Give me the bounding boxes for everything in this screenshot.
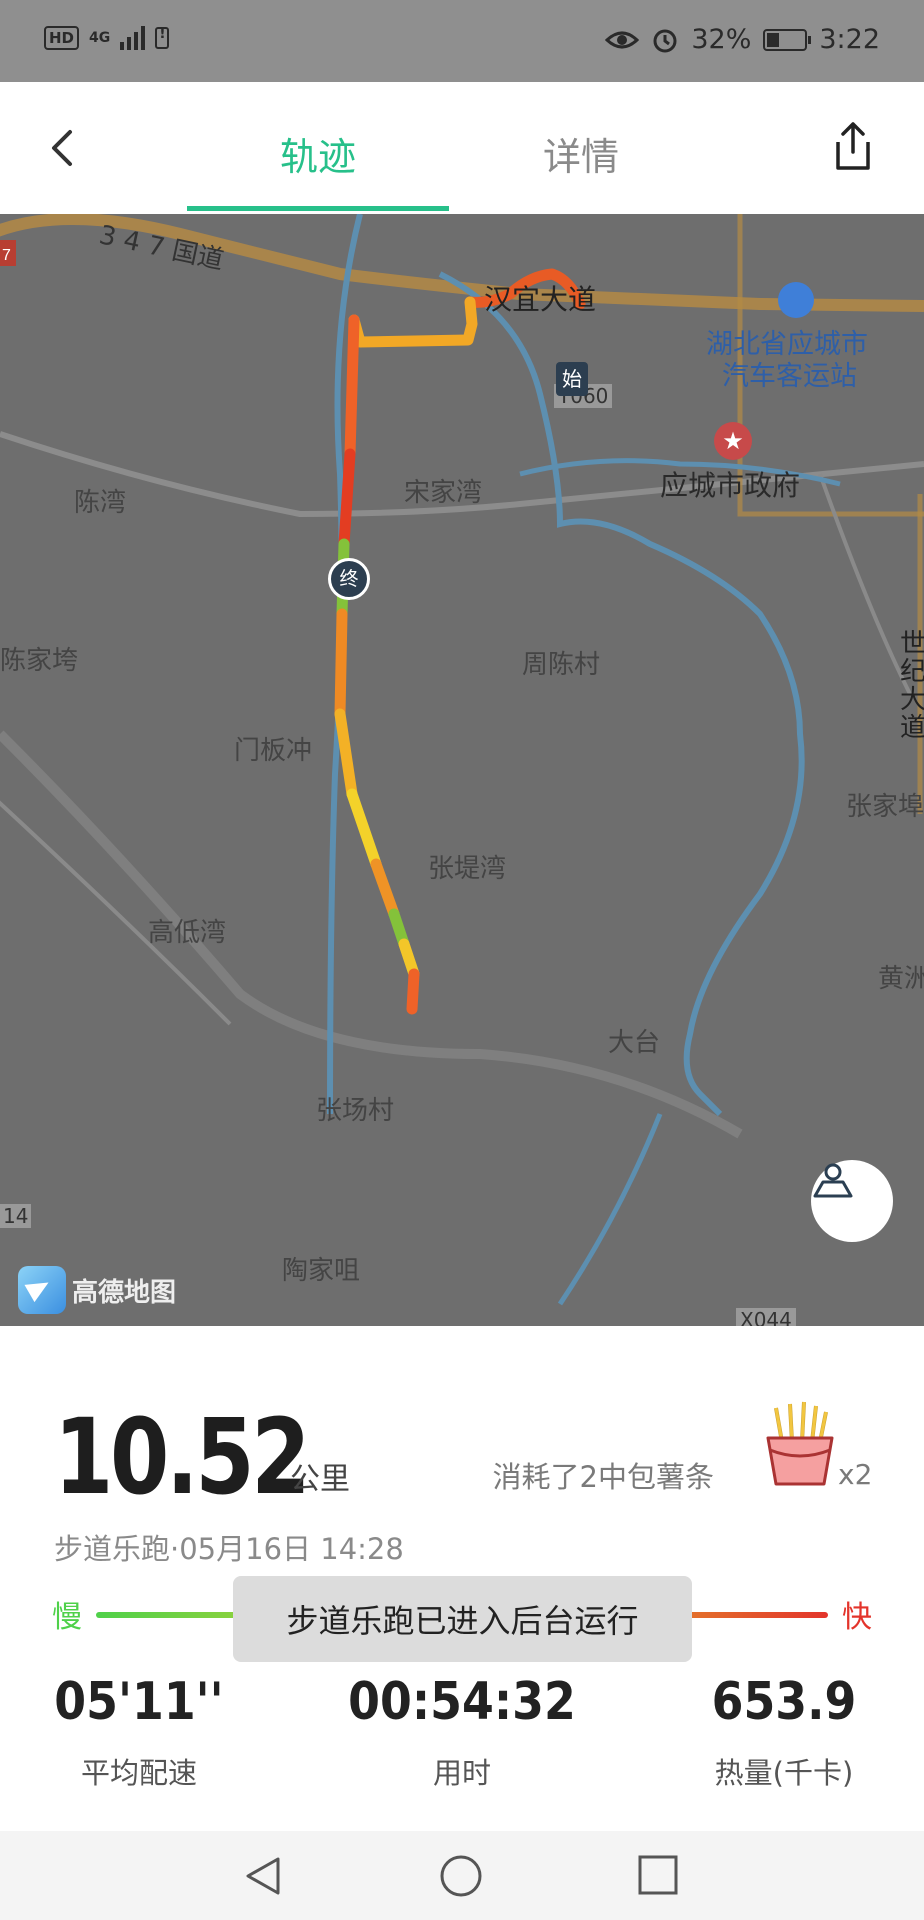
map-label-songjiawan: 宋家湾 bbox=[404, 478, 483, 508]
speed-slow-label: 慢 bbox=[52, 1600, 82, 1635]
duration-label: 用时 bbox=[432, 1756, 491, 1790]
square-recents-icon bbox=[638, 1855, 678, 1895]
map-label-zhouchencun: 周陈村 bbox=[522, 650, 601, 680]
end-marker: 终 bbox=[328, 558, 370, 600]
metric-avg-pace: 05'11'' 平均配速 bbox=[9, 1672, 269, 1792]
metric-calories: 653.9 热量(千卡) bbox=[654, 1672, 914, 1792]
duration-value: 00:54:32 bbox=[348, 1672, 576, 1732]
tab-track[interactable]: 轨迹 bbox=[280, 126, 356, 181]
route-map[interactable]: 7 3 4 7 国道 汉宜大道 湖北省应城市 汽车客运站 ★ 应城市政府 陈湾 … bbox=[0, 214, 924, 1326]
map-label-menbanchong: 门板冲 bbox=[234, 736, 313, 766]
nav-home-button[interactable] bbox=[438, 1853, 484, 1903]
run-summary: 10.52 公里 消耗了2中包薯条 x2 步道乐跑·05月16日 14:28 慢… bbox=[0, 1326, 924, 1831]
metric-duration: 00:54:32 用时 bbox=[332, 1672, 592, 1792]
status-bar: HD 4G 32% 3:22 bbox=[0, 0, 924, 82]
map-label-bus-station-2: 汽车客运站 bbox=[722, 361, 857, 392]
back-arrow-icon[interactable] bbox=[42, 124, 82, 172]
bus-station-icon bbox=[778, 282, 814, 318]
share-icon[interactable] bbox=[830, 120, 876, 172]
hd-icon: HD bbox=[44, 26, 80, 50]
map-label-taojiazui: 陶家咀 bbox=[282, 1256, 361, 1286]
map-label-city-gov: 应城市政府 bbox=[660, 469, 801, 502]
active-tab-indicator bbox=[187, 206, 449, 211]
amap-logo-text: 高德地图 bbox=[72, 1277, 177, 1308]
amap-logo-icon bbox=[18, 1266, 66, 1314]
avg-pace-label: 平均配速 bbox=[80, 1756, 197, 1790]
circle-home-icon bbox=[440, 1855, 482, 1897]
distance-unit: 公里 bbox=[290, 1462, 350, 1497]
tab-details[interactable]: 详情 bbox=[543, 126, 619, 181]
location-person-icon bbox=[813, 1163, 853, 1198]
calories-value: 653.9 bbox=[711, 1672, 857, 1732]
map-label-zhangjia: 张家埠 bbox=[846, 792, 924, 822]
distance-value: 10.52 bbox=[54, 1396, 311, 1518]
map-label-chenjiawa: 陈家垮 bbox=[0, 646, 79, 676]
run-route bbox=[334, 268, 586, 1015]
map-label-edge7: 7 bbox=[2, 247, 11, 264]
system-nav-bar bbox=[0, 1831, 924, 1920]
battery-icon bbox=[763, 28, 812, 51]
network-type: 4G bbox=[89, 30, 111, 46]
gov-star-icon: ★ bbox=[714, 422, 752, 460]
calories-text: 消耗了2中包薯条 bbox=[492, 1460, 714, 1494]
speed-fast-label: 快 bbox=[842, 1600, 872, 1635]
map-label-x044: X044 bbox=[736, 1308, 796, 1326]
fries-icon bbox=[766, 1401, 834, 1486]
top-nav: 轨迹 详情 bbox=[0, 82, 924, 214]
eye-comfort-icon bbox=[605, 31, 640, 48]
signal-icon bbox=[120, 26, 146, 50]
locate-button[interactable] bbox=[811, 1160, 893, 1242]
start-marker: 始 bbox=[556, 362, 588, 396]
status-left: HD 4G bbox=[44, 26, 170, 50]
map-label-shiji-avenue: 世纪大道 bbox=[900, 629, 924, 743]
map-label-chenwan: 陈湾 bbox=[74, 488, 127, 518]
map-label-hanyi-avenue: 汉宜大道 bbox=[484, 283, 597, 316]
sim-alert-icon bbox=[155, 26, 170, 49]
battery-percent: 32% bbox=[691, 24, 752, 55]
clock: 3:22 bbox=[819, 24, 880, 55]
map-label-zhangtiwan: 张堤湾 bbox=[428, 854, 507, 884]
background-toast: 步道乐跑已进入后台运行 bbox=[233, 1576, 692, 1662]
amap-logo: 高德地图 bbox=[18, 1266, 176, 1314]
nav-recents-button[interactable] bbox=[636, 1853, 680, 1901]
map-label-datai: 大台 bbox=[608, 1028, 661, 1058]
alarm-icon bbox=[653, 29, 677, 52]
avg-pace-value: 05'11'' bbox=[54, 1672, 224, 1732]
calories-multiplier: x2 bbox=[838, 1458, 873, 1491]
run-subtitle: 步道乐跑·05月16日 14:28 bbox=[54, 1532, 404, 1566]
calories-label: 热量(千卡) bbox=[714, 1756, 854, 1790]
map-label-huang: 黄洲 bbox=[878, 964, 924, 994]
map-label-edge14: 14 bbox=[0, 1204, 32, 1228]
triangle-back-icon bbox=[246, 1857, 280, 1895]
map-label-zhangyangcun: 张场村 bbox=[316, 1096, 395, 1126]
nav-back-button[interactable] bbox=[240, 1853, 286, 1903]
status-right: 32% 3:22 bbox=[605, 24, 880, 55]
map-label-gaodiwan: 高低湾 bbox=[148, 918, 227, 948]
